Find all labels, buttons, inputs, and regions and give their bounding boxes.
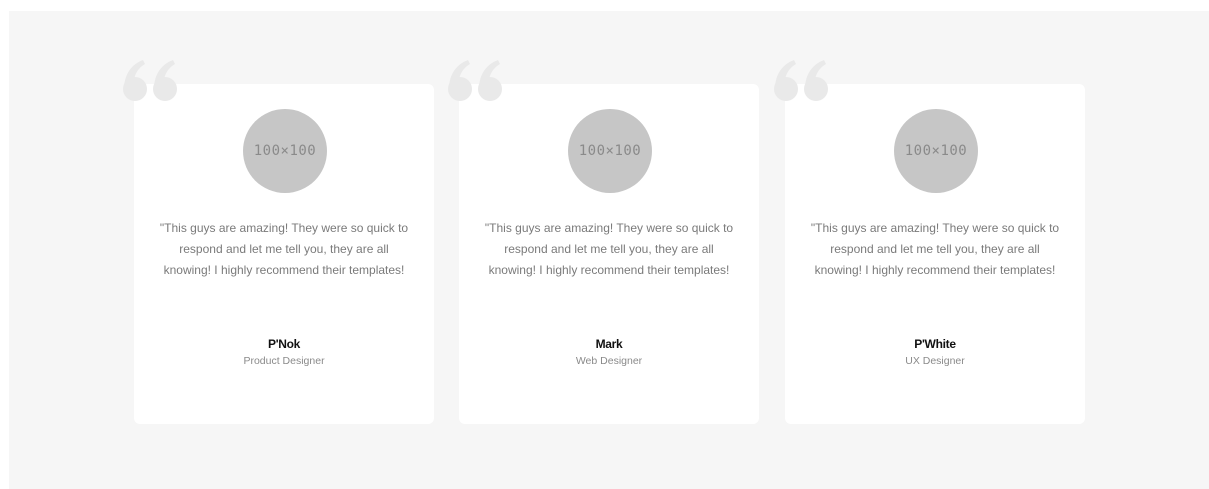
testimonial-quote: "This guys are amazing! They were so qui… <box>484 221 734 277</box>
author-name: P'White <box>914 337 956 351</box>
quote-icon <box>123 60 177 101</box>
testimonials-section: 100×100 "This guys are amazing! They wer… <box>9 11 1209 489</box>
author-role: UX Designer <box>905 355 965 367</box>
author-role: Product Designer <box>243 355 325 367</box>
quote-icon <box>774 60 828 101</box>
testimonial-card: 100×100 "This guys are amazing! They wer… <box>774 60 1085 424</box>
avatar: 100×100 <box>243 109 327 193</box>
testimonial-quote: "This guys are amazing! They were so qui… <box>810 221 1060 277</box>
author-role: Web Designer <box>575 355 643 367</box>
author-name: Mark <box>595 337 623 351</box>
avatar: 100×100 <box>894 109 978 193</box>
avatar-placeholder-label: 100×100 <box>578 143 642 159</box>
testimonial-card: 100×100 "This guys are amazing! They wer… <box>448 60 759 424</box>
avatar-placeholder-label: 100×100 <box>904 143 968 159</box>
avatar-placeholder-label: 100×100 <box>253 143 317 159</box>
testimonial-card: 100×100 "This guys are amazing! They wer… <box>123 60 434 424</box>
quote-icon <box>448 60 502 101</box>
author-name: P'Nok <box>267 337 301 351</box>
avatar: 100×100 <box>568 109 652 193</box>
testimonial-quote: "This guys are amazing! They were so qui… <box>159 221 409 277</box>
